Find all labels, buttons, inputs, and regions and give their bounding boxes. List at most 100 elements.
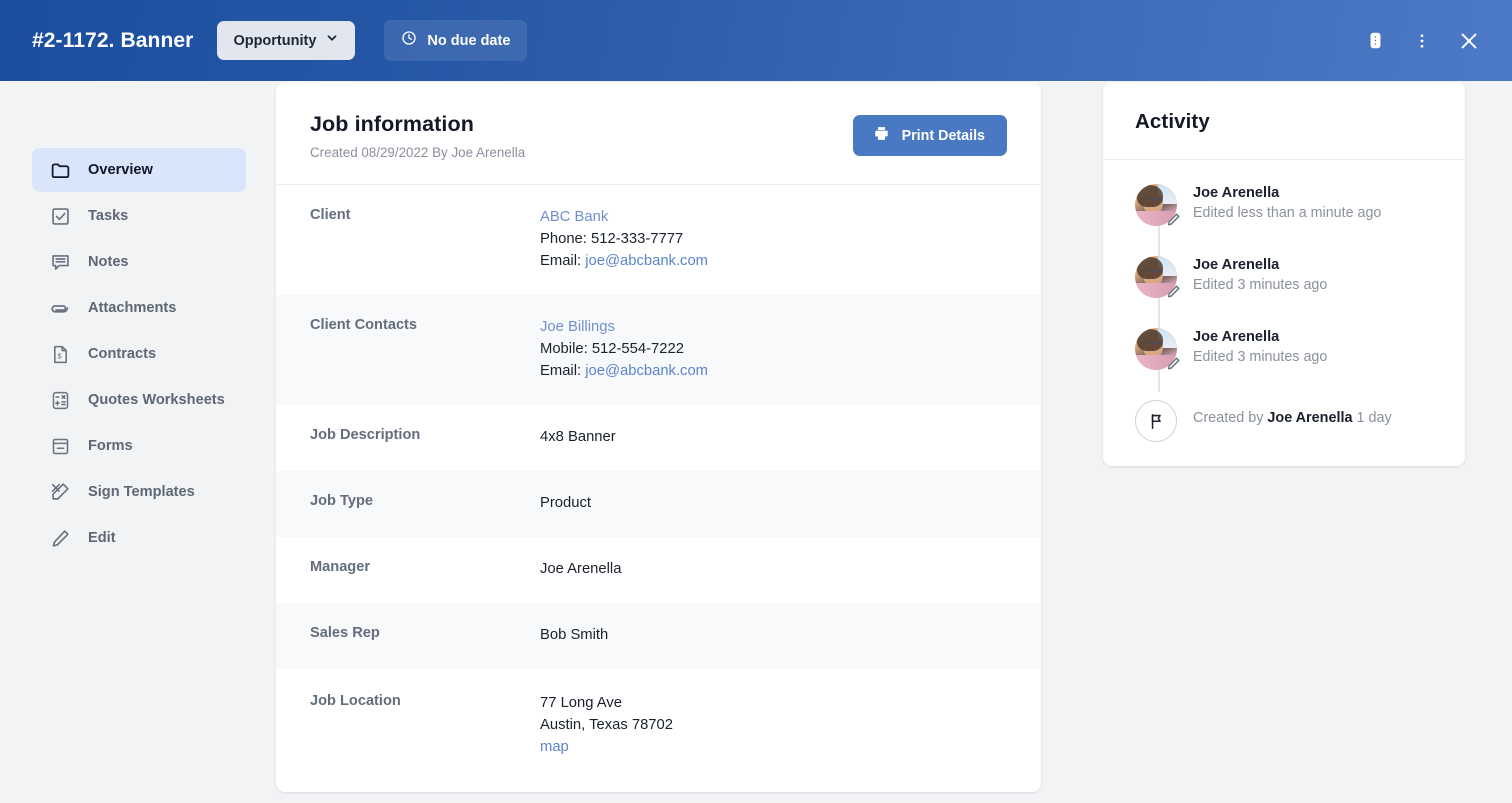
due-date-label: No due date: [427, 33, 510, 49]
detail-key: Manager: [310, 558, 540, 575]
activity-card: Activity Joe Arenella Edited less t: [1103, 82, 1465, 466]
sidebar-item-contracts[interactable]: $ Contracts: [32, 332, 246, 376]
activity-user: Joe Arenella: [1193, 257, 1327, 273]
sidebar-item-label: Notes: [88, 254, 129, 270]
detail-row-job-description: Job Description 4x8 Banner: [276, 405, 1041, 471]
created-prefix: Created by: [1193, 410, 1267, 426]
folder-icon: [49, 159, 71, 181]
clock-icon: [401, 30, 417, 51]
sidebar: Overview Tasks Notes Attachments $ Contr…: [0, 81, 276, 803]
activity-title: Activity: [1103, 82, 1465, 160]
page-title: #2-1172. Banner: [32, 29, 193, 53]
detail-row-job-type: Job Type Product: [276, 471, 1041, 537]
map-link[interactable]: map: [540, 739, 569, 755]
sidebar-item-attachments[interactable]: Attachments: [32, 286, 246, 330]
detail-value: Joe Arenella: [540, 558, 621, 580]
calculator-icon: [49, 389, 71, 411]
client-phone-label: Phone:: [540, 231, 591, 247]
activity-user: Joe Arenella: [1193, 185, 1381, 201]
more-vertical-icon[interactable]: [1407, 26, 1437, 56]
detail-value: 77 Long Ave Austin, Texas 78702 map: [540, 692, 673, 758]
detail-value: Bob Smith: [540, 624, 608, 646]
sidebar-item-label: Quotes Worksheets: [88, 392, 225, 408]
detail-key: Sales Rep: [310, 624, 540, 641]
activity-feed: Joe Arenella Edited less than a minute a…: [1103, 160, 1465, 466]
detail-key: Job Description: [310, 426, 540, 443]
sidebar-item-label: Contracts: [88, 346, 156, 362]
avatar-wrap: [1135, 328, 1177, 370]
close-icon[interactable]: [1454, 26, 1484, 56]
sidebar-item-label: Forms: [88, 438, 133, 454]
header-actions: [1360, 26, 1484, 56]
app-header: #2-1172. Banner Opportunity No due date: [0, 0, 1512, 81]
detail-key: Client: [310, 206, 540, 223]
detail-row-manager: Manager Joe Arenella: [276, 537, 1041, 603]
pencil-icon: [1165, 355, 1182, 372]
card-title: Job information: [310, 112, 525, 137]
page-body: Overview Tasks Notes Attachments $ Contr…: [0, 81, 1512, 803]
sidebar-item-label: Sign Templates: [88, 484, 195, 500]
sidebar-item-quotes-worksheets[interactable]: Quotes Worksheets: [32, 378, 246, 422]
opportunity-dropdown-label: Opportunity: [233, 33, 316, 49]
sidebar-item-overview[interactable]: Overview: [32, 148, 246, 192]
detail-key: Job Location: [310, 692, 540, 709]
created-user: Joe Arenella: [1267, 410, 1352, 426]
contact-link[interactable]: Joe Billings: [540, 319, 615, 335]
sidebar-item-tasks[interactable]: Tasks: [32, 194, 246, 238]
paperclip-icon: [49, 297, 71, 319]
form-icon: [49, 435, 71, 457]
card-header: Job information Created 08/29/2022 By Jo…: [276, 82, 1041, 185]
job-information-card: Job information Created 08/29/2022 By Jo…: [276, 82, 1041, 792]
sidebar-item-edit[interactable]: Edit: [32, 516, 246, 560]
avatar-wrap: [1135, 256, 1177, 298]
traffic-light-icon[interactable]: [1360, 26, 1390, 56]
activity-text: Edited less than a minute ago: [1193, 205, 1381, 221]
print-details-label: Print Details: [902, 128, 985, 144]
card-subtitle: Created 08/29/2022 By Joe Arenella: [310, 145, 525, 160]
sidebar-item-notes[interactable]: Notes: [32, 240, 246, 284]
pencil-icon: [49, 527, 71, 549]
sidebar-item-forms[interactable]: Forms: [32, 424, 246, 468]
sidebar-item-label: Tasks: [88, 208, 128, 224]
opportunity-dropdown[interactable]: Opportunity: [217, 21, 355, 60]
client-phone-value: 512-333-7777: [591, 231, 683, 247]
client-link[interactable]: ABC Bank: [540, 209, 608, 225]
contact-email-link[interactable]: joe@abcbank.com: [585, 363, 708, 379]
activity-item[interactable]: Joe Arenella Edited 3 minutes ago: [1103, 256, 1465, 298]
printer-icon: [873, 125, 890, 146]
detail-row-sales-rep: Sales Rep Bob Smith: [276, 603, 1041, 669]
sign-icon: [49, 481, 71, 503]
detail-key: Job Type: [310, 492, 540, 509]
client-email-link[interactable]: joe@abcbank.com: [585, 253, 708, 269]
address-line-2: Austin, Texas 78702: [540, 714, 673, 736]
activity-created-item: Created by Joe Arenella 1 day: [1103, 400, 1465, 442]
sidebar-item-label: Overview: [88, 162, 153, 178]
activity-item[interactable]: Joe Arenella Edited less than a minute a…: [1103, 184, 1465, 226]
detail-row-client: Client ABC Bank Phone: 512-333-7777 Emai…: [276, 185, 1041, 295]
activity-text: Edited 3 minutes ago: [1193, 277, 1327, 293]
contact-mobile-label: Mobile:: [540, 341, 592, 357]
sidebar-item-sign-templates[interactable]: Sign Templates: [32, 470, 246, 514]
detail-value: Product: [540, 492, 591, 514]
address-line-1: 77 Long Ave: [540, 692, 673, 714]
activity-body: Joe Arenella Edited 3 minutes ago: [1193, 328, 1327, 370]
activity-user: Joe Arenella: [1193, 329, 1327, 345]
pencil-icon: [1165, 283, 1182, 300]
due-date-button[interactable]: No due date: [384, 20, 527, 61]
avatar-wrap: [1135, 184, 1177, 226]
detail-value: 4x8 Banner: [540, 426, 616, 448]
client-email-label: Email:: [540, 253, 585, 269]
activity-item[interactable]: Joe Arenella Edited 3 minutes ago: [1103, 328, 1465, 370]
contact-email-label: Email:: [540, 363, 585, 379]
created-suffix: 1 day: [1352, 410, 1391, 426]
activity-text: Edited 3 minutes ago: [1193, 349, 1327, 365]
activity-created-text: Created by Joe Arenella 1 day: [1193, 400, 1392, 442]
main-column: Job information Created 08/29/2022 By Jo…: [276, 81, 1041, 803]
notes-icon: [49, 251, 71, 273]
activity-body: Joe Arenella Edited 3 minutes ago: [1193, 256, 1327, 298]
detail-key: Client Contacts: [310, 316, 540, 333]
svg-text:$: $: [57, 351, 62, 360]
print-details-button[interactable]: Print Details: [853, 115, 1007, 156]
flag-icon: [1135, 400, 1177, 442]
chevron-down-icon: [325, 31, 339, 50]
